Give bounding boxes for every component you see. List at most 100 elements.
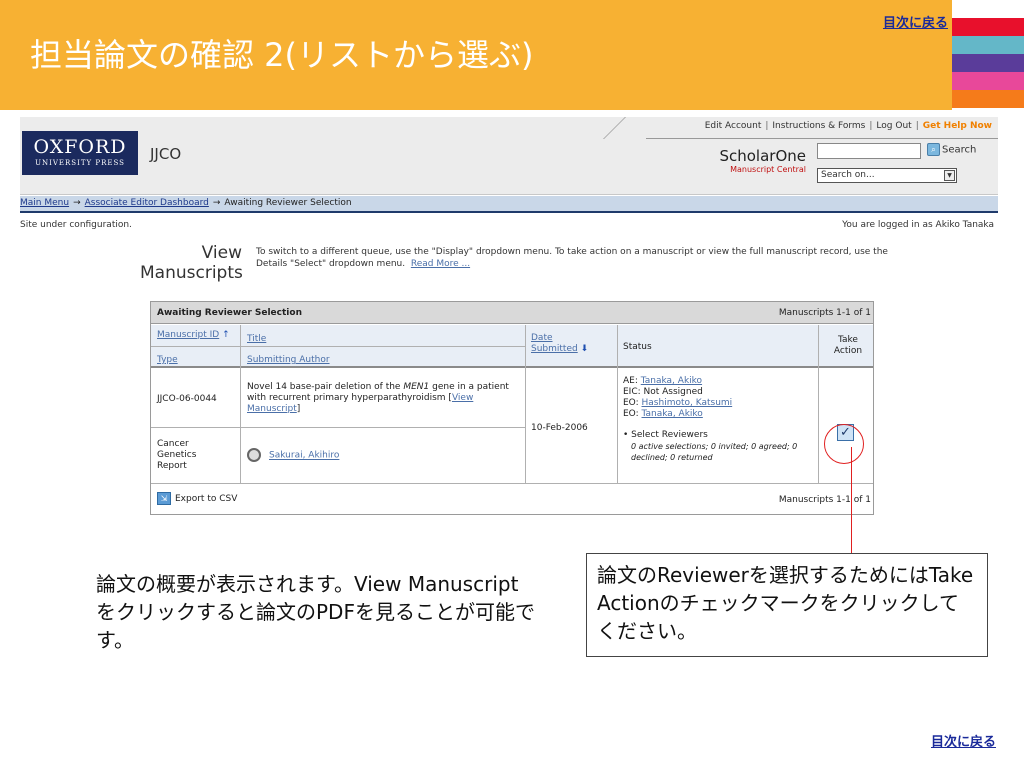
row-title: Novel 14 base-pair deletion of the MEN1 … <box>247 382 523 415</box>
grid-header: Manuscript ID ↑ Title Type Submitting Au… <box>151 325 873 368</box>
row-type: Cancer Genetics Report <box>157 439 197 471</box>
row-status: AE: Tanaka, Akiko EIC: Not Assigned EO: … <box>623 376 813 463</box>
row-manuscript-id: JJCO-06-0044 <box>157 394 217 404</box>
status-eo2: EO: Tanaka, Akiko <box>623 409 813 420</box>
row-date: 10-Feb-2006 <box>531 423 588 433</box>
get-help-link[interactable]: Get Help Now <box>923 121 992 131</box>
app-header: Edit Account | Instructions & Forms | Log Ou… <box>20 117 998 195</box>
export-icon: ⇲ <box>157 492 171 505</box>
column-line <box>240 325 241 483</box>
status-eic: EIC: Not Assigned <box>623 387 703 397</box>
author-link[interactable]: Sakurai, Akihiro <box>269 451 339 461</box>
export-csv-button[interactable]: ⇲ Export to CSV <box>157 492 237 505</box>
status-eo1-link[interactable]: Hashimoto, Katsumi <box>642 398 733 408</box>
callout-text: 論文のReviewerを選択するためにはTake Actionのチェックマークを… <box>597 563 974 643</box>
header-rule <box>646 138 998 139</box>
stripe-2 <box>952 36 1024 54</box>
search-input[interactable] <box>817 143 921 159</box>
header-manuscript-id[interactable]: Manuscript ID ↑ <box>157 330 237 341</box>
status-ae: AE: Tanaka, Akiko <box>623 376 813 387</box>
view-description-text: To switch to a different queue, use the … <box>256 247 888 269</box>
breadcrumb: Main Menu → Associate Editor Dashboard → Awa… <box>20 196 998 213</box>
caption-left: 論文の概要が表示されます。View Manuscriptをクリックすると論文のP… <box>96 572 535 652</box>
column-line <box>525 325 526 483</box>
scholarone-main: ScholarOne <box>719 147 806 165</box>
breadcrumb-arrow: → <box>212 198 221 208</box>
callout-pointer-line <box>851 447 852 554</box>
search-button-label: Search <box>942 144 977 156</box>
status-eo1-label: EO: <box>623 398 642 408</box>
header-submitting-author[interactable]: Submitting Author <box>247 355 330 366</box>
slide-title: 担当論文の確認 2(リストから選ぶ) <box>30 36 534 74</box>
logo-line2: UNIVERSITY PRESS <box>35 159 125 167</box>
grid-footer: ⇲ Export to CSV Manuscripts 1-1 of 1 <box>151 483 873 514</box>
sort-down-icon: ⬇ <box>580 344 589 354</box>
breadcrumb-current: Awaiting Reviewer Selection <box>224 198 352 208</box>
grid-title: Awaiting Reviewer Selection <box>157 308 302 318</box>
header-manuscript-id-label[interactable]: Manuscript ID <box>157 330 219 340</box>
view-manuscripts-heading: View Manuscripts <box>140 243 243 283</box>
author-search-icon[interactable] <box>247 448 261 462</box>
grid-title-bar: Awaiting Reviewer Selection Manuscripts … <box>151 302 873 324</box>
header-slant-line <box>603 117 626 139</box>
journal-name: JJCO <box>150 145 182 163</box>
logged-in-status: You are logged in as Akiko Tanaka <box>842 220 994 230</box>
separator: | <box>869 121 873 131</box>
log-out-link[interactable]: Log Out <box>876 121 911 131</box>
scholarone-logo: ScholarOne Manuscript Central <box>706 147 806 174</box>
stripe-3 <box>952 54 1024 72</box>
column-line <box>818 325 819 483</box>
logo-line1: OXFORD <box>33 136 127 158</box>
stripe-4 <box>952 72 1024 90</box>
search-button[interactable]: ⌕ Search <box>927 143 976 156</box>
export-csv-label: Export to CSV <box>175 494 238 504</box>
breadcrumb-arrow: → <box>73 198 81 208</box>
search-icon: ⌕ <box>927 143 940 156</box>
breadcrumb-main-menu[interactable]: Main Menu <box>20 198 69 208</box>
breadcrumb-ae-dashboard[interactable]: Associate Editor Dashboard <box>85 198 209 208</box>
stripe-5 <box>952 90 1024 108</box>
manuscripts-grid: Awaiting Reviewer Selection Manuscripts … <box>150 301 874 515</box>
view-heading-line1: View <box>201 243 242 263</box>
edit-account-link[interactable]: Edit Account <box>705 121 762 131</box>
row-divider <box>151 427 525 428</box>
status-ae-label: AE: <box>623 376 641 386</box>
header-status: Status <box>623 342 652 352</box>
sort-up-icon: ↑ <box>222 330 230 340</box>
chevron-down-icon: ▼ <box>944 170 955 181</box>
stripe-1 <box>952 18 1024 36</box>
header-divider <box>151 346 525 347</box>
footer-count: Manuscripts 1-1 of 1 <box>778 495 871 505</box>
highlight-circle <box>824 424 864 464</box>
search-select-value: Search on... <box>821 170 875 180</box>
column-line <box>617 325 618 483</box>
scholarone-sub: Manuscript Central <box>730 165 806 174</box>
callout-box: 論文のReviewerを選択するためにはTake Actionのチェックマークを… <box>586 553 988 657</box>
row-author: Sakurai, Akihiro <box>247 448 339 462</box>
separator: | <box>765 121 769 131</box>
grid-count: Manuscripts 1-1 of 1 <box>778 308 871 318</box>
instructions-link[interactable]: Instructions & Forms <box>772 121 865 131</box>
header-title[interactable]: Title <box>247 334 266 345</box>
header-take-action: Take Action <box>833 335 863 356</box>
header-type[interactable]: Type <box>157 355 178 366</box>
row-title-gene: MEN1 <box>403 382 430 392</box>
status-action: • Select Reviewers <box>623 430 708 440</box>
slide-header: 担当論文の確認 2(リストから選ぶ) <box>0 0 952 110</box>
header-date-submitted[interactable]: Date Submitted ⬇ <box>531 333 601 355</box>
header-date-label[interactable]: Date Submitted <box>531 333 578 354</box>
row-title-pre: Novel 14 base-pair deletion of the <box>247 382 404 392</box>
site-config-notice: Site under configuration. <box>20 220 132 230</box>
search-on-select[interactable]: Search on... ▼ <box>817 168 957 183</box>
oxford-logo: OXFORD UNIVERSITY PRESS <box>22 131 138 175</box>
top-links: Edit Account | Instructions & Forms | Log Ou… <box>705 121 992 131</box>
read-more-link[interactable]: Read More ... <box>411 259 470 269</box>
toc-link-bottom[interactable]: 目次に戻る <box>931 731 996 750</box>
toc-link-top[interactable]: 目次に戻る <box>883 12 948 31</box>
status-eo2-link[interactable]: Tanaka, Akiko <box>642 409 703 419</box>
status-ae-link[interactable]: Tanaka, Akiko <box>641 376 702 386</box>
view-heading-line2: Manuscripts <box>140 263 243 283</box>
separator: | <box>915 121 919 131</box>
row-title-close: ] <box>296 404 301 414</box>
color-stripes <box>952 0 1024 110</box>
